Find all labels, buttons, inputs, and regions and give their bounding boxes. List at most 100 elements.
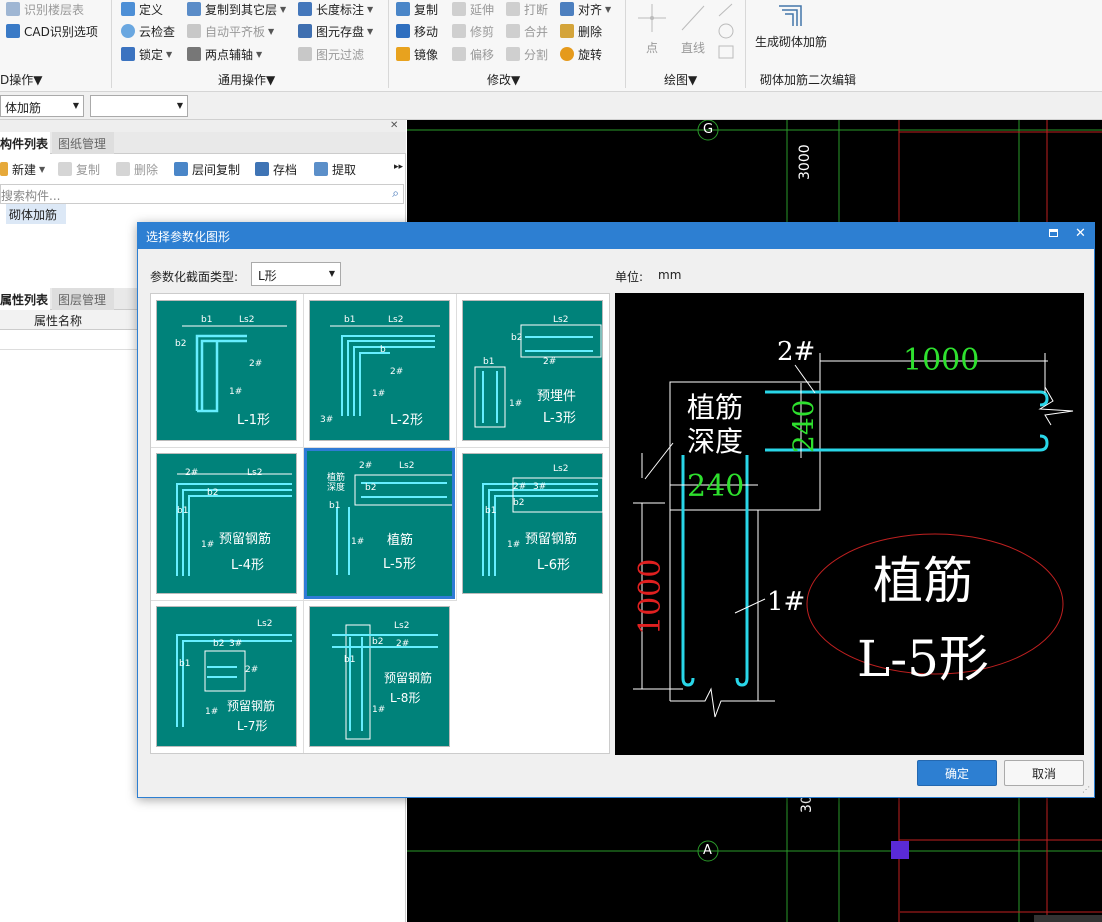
merge-button[interactable]: 合并 — [506, 22, 548, 40]
trim-icon — [452, 24, 466, 38]
element-save-button[interactable]: 图元存盘 ▼ — [298, 22, 373, 40]
preview-bar1-label: 1# — [767, 587, 806, 617]
axis-label-g: G — [703, 122, 714, 137]
divider — [388, 0, 389, 88]
shape-l8-sub: 预留钢筋 — [384, 671, 433, 685]
chevron-down-icon: ▼ — [328, 269, 335, 278]
align-icon — [560, 2, 574, 16]
shape-l4[interactable]: 2# Ls2 b2 b1 1# 预留钢筋 L-4形 — [156, 453, 297, 594]
auto-align-slab-button[interactable]: 自动平齐板 ▼ — [187, 22, 274, 40]
maximize-icon[interactable] — [1049, 229, 1058, 237]
shape-l1-name: L-1形 — [237, 413, 270, 428]
bar1-label: 1# — [372, 389, 386, 399]
shape-l5[interactable]: 植筋深度 2# Ls2 b2 b1 1# 植筋 L-5形 — [304, 448, 456, 599]
more-icon[interactable]: ▸▸ — [394, 162, 403, 172]
tab-drawing-manager[interactable]: 图纸管理 — [52, 132, 114, 154]
second-select[interactable]: ▼ — [90, 95, 188, 117]
move-button[interactable]: 移动 — [396, 22, 438, 40]
search-icon[interactable]: ⌕ — [392, 186, 399, 201]
group-cad-operations[interactable]: D操作 ▼ — [0, 71, 42, 88]
extend-button[interactable]: 延伸 — [452, 0, 494, 18]
shape-l8[interactable]: Ls2 b2 2# b1 1# 预留钢筋 L-8形 — [309, 606, 450, 747]
close-icon[interactable]: ✕ — [1075, 226, 1086, 241]
rotate-button[interactable]: 旋转 — [560, 45, 602, 63]
group-general[interactable]: 通用操作 ▼ — [218, 71, 275, 88]
ls2-label: Ls2 — [247, 468, 263, 478]
shape-l2[interactable]: b1 Ls2 b 2# 1# 3# L-2形 — [309, 300, 450, 441]
cloud-check-button[interactable]: 云检查 — [121, 22, 175, 40]
lock-button[interactable]: 锁定 ▼ — [121, 45, 172, 63]
split-button[interactable]: 分割 — [506, 45, 548, 63]
chevron-down-icon: ▼ — [605, 4, 612, 14]
tab-layer-manager[interactable]: 图层管理 — [52, 288, 114, 310]
prop-header: 属性名称 — [0, 310, 140, 330]
align-button[interactable]: 对齐 ▼ — [560, 0, 611, 18]
ls2-label: Ls2 — [394, 621, 410, 631]
tab-component-list[interactable]: 构件列表 — [0, 132, 50, 154]
table-icon — [6, 2, 20, 16]
delete-button[interactable]: 删除 — [560, 22, 602, 40]
group-draw[interactable]: 绘图 ▼ — [664, 71, 697, 88]
new-button[interactable]: 新建 ▼ — [0, 160, 45, 178]
shape-l7[interactable]: Ls2 b2 3# b1 2# 1# 预留钢筋 L-7形 — [156, 606, 297, 747]
b1-label: b1 — [201, 315, 213, 325]
length-dimension-button[interactable]: 长度标注 ▼ — [298, 0, 373, 18]
point-tool[interactable]: 点 — [635, 0, 669, 56]
trim-button[interactable]: 修剪 — [452, 22, 494, 40]
generate-masonry-rebar-button[interactable]: 生成砌体加筋 — [752, 2, 830, 54]
split-icon — [506, 47, 520, 61]
line-tool[interactable]: 直线 — [676, 0, 710, 56]
extract-button[interactable]: 提取 — [314, 160, 356, 178]
ribbon: 识别楼层表 CAD识别选项 D操作 ▼ 定义 云检查 锁定 ▼ 复制到其它层 ▼ 自动… — [0, 0, 1102, 92]
preview-title-1: 植筋 — [873, 552, 973, 610]
preview-bottom-dim: 240 — [687, 469, 745, 504]
section-type-label: 参数化截面类型: — [150, 270, 239, 284]
floor-copy-icon — [174, 162, 188, 176]
shape-l4-name: L-4形 — [231, 558, 264, 573]
ls2-label: Ls2 — [388, 315, 404, 325]
ls2-label: Ls2 — [553, 315, 569, 325]
define-button[interactable]: 定义 — [121, 0, 163, 18]
rotate-icon — [560, 47, 574, 61]
section-type-select[interactable]: L形 ▼ — [251, 262, 341, 286]
delete-component-button[interactable]: 删除 — [116, 160, 158, 178]
shape-grid: b1 Ls2 b2 2# 1# L-1形 b1 Ls2 b 2# 1# 3# L… — [150, 293, 610, 754]
close-icon[interactable]: ✕ — [390, 120, 398, 131]
break-button[interactable]: 打断 — [506, 0, 548, 18]
divider — [745, 0, 746, 88]
search-box[interactable]: 搜索构件... ⌕ — [0, 184, 404, 204]
resize-grip-icon[interactable]: ⋰ — [1082, 785, 1090, 794]
dimension-icon — [298, 2, 312, 16]
b1-label: b1 — [344, 315, 356, 325]
offset-button[interactable]: 偏移 — [452, 45, 494, 63]
floor-copy-button[interactable]: 层间复制 — [174, 160, 240, 178]
shape-l1[interactable]: b1 Ls2 b2 2# 1# L-1形 — [156, 300, 297, 441]
shape-l8-name: L-8形 — [390, 691, 421, 705]
bar2-label: 2# — [185, 468, 199, 478]
copy-to-other-floor-button[interactable]: 复制到其它层 ▼ — [187, 0, 286, 18]
search-input[interactable]: 搜索构件... — [1, 187, 60, 204]
two-point-axis-button[interactable]: 两点辅轴 ▼ — [187, 45, 262, 63]
copy-button[interactable]: 复制 — [396, 0, 438, 18]
group-modify[interactable]: 修改 ▼ — [487, 71, 520, 88]
tab-property-list[interactable]: 属性列表 — [0, 288, 50, 310]
chevron-down-icon: ▼ — [266, 72, 276, 87]
shape-l6-sub: 预留钢筋 — [525, 532, 578, 547]
component-item[interactable]: 砌体加筋 — [6, 204, 66, 224]
b-label: b — [380, 345, 386, 355]
copy-component-button[interactable]: 复制 — [58, 160, 100, 178]
shape-l6[interactable]: Ls2 2# 3# b1 b2 1# 预留钢筋 L-6形 — [462, 453, 604, 594]
eraser-icon — [560, 24, 574, 38]
type-select[interactable]: 体加筋 ▼ — [0, 95, 84, 117]
shape-l3[interactable]: Ls2 b2 b1 2# 1# 预埋件 L-3形 — [462, 300, 603, 441]
ribbon-cad-options-button[interactable]: CAD识别选项 — [6, 22, 98, 40]
extend-icon — [452, 2, 466, 16]
archive-button[interactable]: 存档 — [255, 160, 297, 178]
ok-button[interactable]: 确定 — [917, 760, 997, 786]
mirror-button[interactable]: 镜像 — [396, 45, 438, 63]
element-filter-button[interactable]: 图元过滤 — [298, 45, 364, 63]
depth-label: 植筋深度 — [327, 473, 346, 493]
break-icon — [506, 2, 520, 16]
cancel-button[interactable]: 取消 — [1004, 760, 1084, 786]
ribbon-floor-table-button[interactable]: 识别楼层表 — [6, 0, 84, 18]
